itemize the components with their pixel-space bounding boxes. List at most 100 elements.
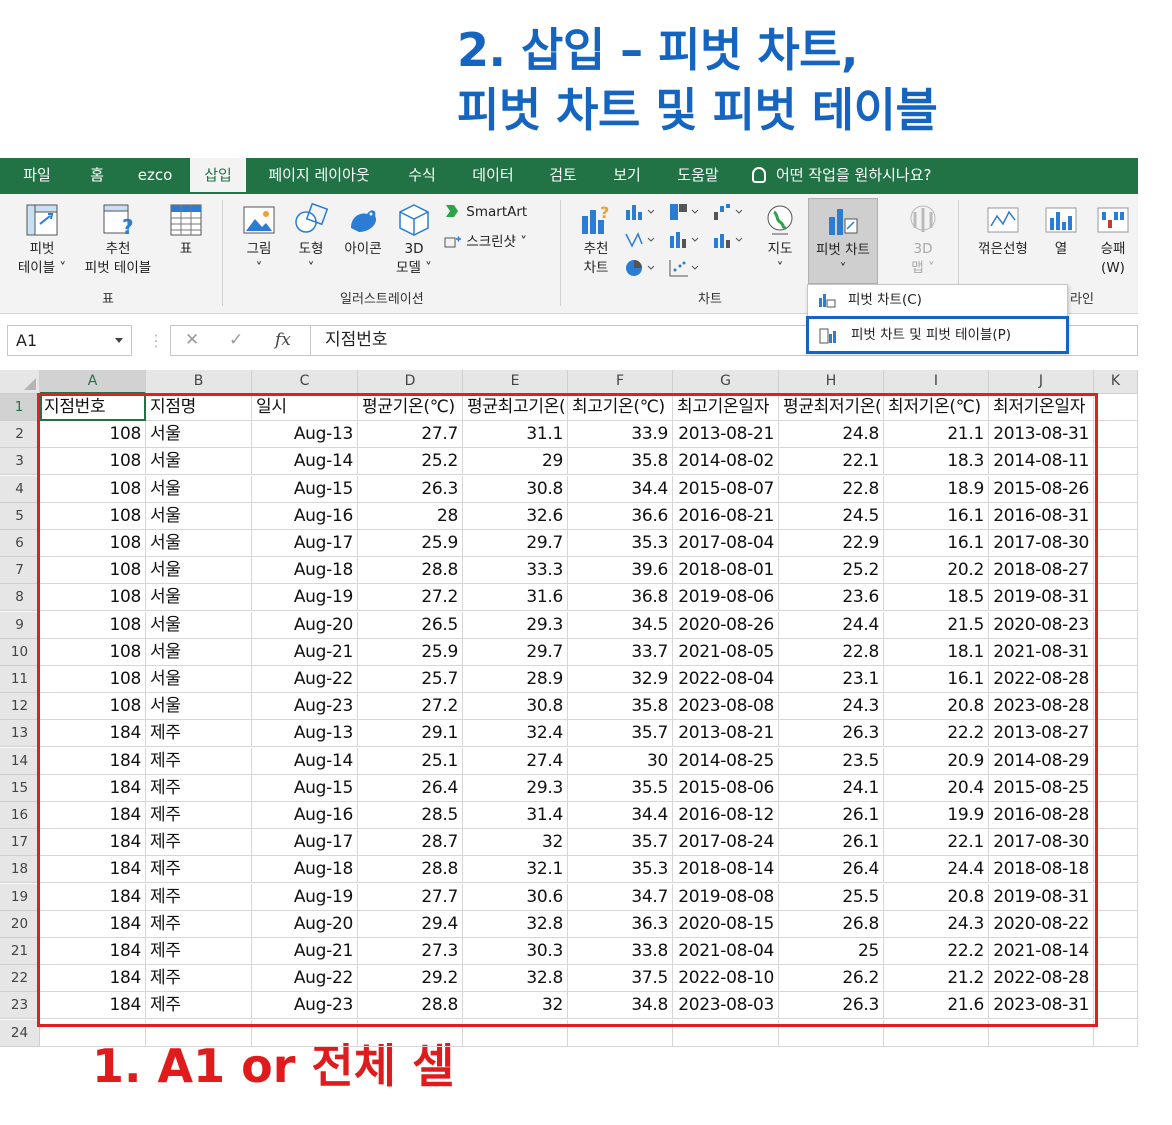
cell-b2[interactable]: 서울 — [146, 421, 252, 449]
cell-c5[interactable]: Aug-16 — [252, 502, 358, 530]
cell-a24[interactable] — [40, 1019, 146, 1047]
tab-help[interactable]: 도움말 — [664, 158, 732, 194]
cell-g8[interactable]: 2019-08-06 — [673, 584, 779, 612]
row-header-5[interactable]: 5 — [0, 502, 40, 530]
row-header-11[interactable]: 11 — [0, 666, 40, 693]
tab-file[interactable]: 파일 — [8, 158, 66, 194]
cell-d4[interactable]: 26.3 — [358, 475, 463, 503]
cell-k19[interactable] — [1094, 883, 1138, 911]
cell-c18[interactable]: Aug-18 — [252, 856, 358, 884]
cell-a17[interactable]: 184 — [40, 829, 146, 857]
cell-i7[interactable]: 20.2 — [884, 557, 989, 585]
waterfall-chart-button[interactable] — [712, 202, 744, 226]
cell-j12[interactable]: 2023-08-28 — [989, 693, 1094, 721]
cell-k3[interactable] — [1094, 448, 1138, 476]
cell-b14[interactable]: 제주 — [146, 747, 252, 775]
row-header-1[interactable]: 1 — [0, 394, 40, 421]
cell-k2[interactable] — [1094, 421, 1138, 449]
cell-b7[interactable]: 서울 — [146, 557, 252, 585]
tab-ezco[interactable]: ezco — [128, 158, 182, 194]
cell-j10[interactable]: 2021-08-31 — [989, 638, 1094, 666]
cell-j24[interactable] — [989, 1019, 1094, 1047]
cell-i16[interactable]: 19.9 — [884, 802, 989, 829]
3d-map-button[interactable]: 3D 맵 ˅ — [898, 202, 948, 278]
cell-g11[interactable]: 2022-08-04 — [673, 666, 779, 693]
cell-d24[interactable] — [358, 1019, 463, 1047]
cell-b11[interactable]: 서울 — [146, 666, 252, 693]
cell-h6[interactable]: 22.9 — [779, 530, 884, 557]
cell-e6[interactable]: 29.7 — [463, 530, 568, 557]
cell-g4[interactable]: 2015-08-07 — [673, 475, 779, 503]
cell-h8[interactable]: 23.6 — [779, 584, 884, 612]
cell-d12[interactable]: 27.2 — [358, 693, 463, 721]
cell-e9[interactable]: 29.3 — [463, 611, 568, 639]
cell-k14[interactable] — [1094, 747, 1138, 775]
cell-b20[interactable]: 제주 — [146, 910, 252, 938]
cell-j8[interactable]: 2019-08-31 — [989, 584, 1094, 612]
cell-d6[interactable]: 25.9 — [358, 530, 463, 557]
column-header-d[interactable]: D — [358, 370, 463, 394]
cell-j21[interactable]: 2021-08-14 — [989, 938, 1094, 965]
cell-e8[interactable]: 31.6 — [463, 584, 568, 612]
cell-i10[interactable]: 18.1 — [884, 638, 989, 666]
cell-f13[interactable]: 35.7 — [568, 720, 673, 748]
cell-h7[interactable]: 25.2 — [779, 557, 884, 585]
cell-i5[interactable]: 16.1 — [884, 502, 989, 530]
insert-function-icon[interactable]: fx — [275, 326, 291, 355]
cell-h2[interactable]: 24.8 — [779, 421, 884, 449]
cell-c15[interactable]: Aug-15 — [252, 774, 358, 802]
cell-i24[interactable] — [884, 1019, 989, 1047]
cell-h5[interactable]: 24.5 — [779, 502, 884, 530]
cell-f2[interactable]: 33.9 — [568, 421, 673, 449]
pivot-chart-button[interactable]: 피벗 차트 ˅ — [808, 198, 878, 284]
cell-j1[interactable]: 최저기온일자 — [989, 394, 1094, 421]
cell-b6[interactable]: 서울 — [146, 530, 252, 557]
cell-h14[interactable]: 23.5 — [779, 747, 884, 775]
sparkline-winloss-button[interactable]: 승패 (W) — [1090, 202, 1136, 278]
cell-f19[interactable]: 34.7 — [568, 883, 673, 911]
cell-e5[interactable]: 32.6 — [463, 502, 568, 530]
cell-b4[interactable]: 서울 — [146, 475, 252, 503]
cell-e3[interactable]: 29 — [463, 448, 568, 476]
cell-b3[interactable]: 서울 — [146, 448, 252, 476]
cell-h22[interactable]: 26.2 — [779, 965, 884, 993]
cell-e23[interactable]: 32 — [463, 992, 568, 1020]
cell-d17[interactable]: 28.7 — [358, 829, 463, 857]
cell-a23[interactable]: 184 — [40, 992, 146, 1020]
cell-a21[interactable]: 184 — [40, 938, 146, 965]
cell-d23[interactable]: 28.8 — [358, 992, 463, 1020]
cell-i4[interactable]: 18.9 — [884, 475, 989, 503]
cell-j22[interactable]: 2022-08-28 — [989, 965, 1094, 993]
cell-j23[interactable]: 2023-08-31 — [989, 992, 1094, 1020]
cell-g17[interactable]: 2017-08-24 — [673, 829, 779, 857]
cell-j4[interactable]: 2015-08-26 — [989, 475, 1094, 503]
column-header-j[interactable]: J — [989, 370, 1094, 394]
cell-f20[interactable]: 36.3 — [568, 910, 673, 938]
cell-a1[interactable]: 지점번호 — [40, 394, 146, 421]
cell-h10[interactable]: 22.8 — [779, 638, 884, 666]
cell-c6[interactable]: Aug-17 — [252, 530, 358, 557]
pie-chart-button[interactable] — [624, 258, 656, 282]
cell-d11[interactable]: 25.7 — [358, 666, 463, 693]
cell-c8[interactable]: Aug-19 — [252, 584, 358, 612]
cell-j11[interactable]: 2022-08-28 — [989, 666, 1094, 693]
cell-a22[interactable]: 184 — [40, 965, 146, 993]
cell-a20[interactable]: 184 — [40, 910, 146, 938]
cell-e1[interactable]: 평균최고기온(℃) — [463, 394, 568, 421]
statistic-chart-button[interactable] — [624, 230, 656, 254]
cell-e17[interactable]: 32 — [463, 829, 568, 857]
cell-f24[interactable] — [568, 1019, 673, 1047]
column-header-b[interactable]: B — [146, 370, 252, 394]
row-header-22[interactable]: 22 — [0, 965, 40, 993]
cell-e24[interactable] — [463, 1019, 568, 1047]
cell-c11[interactable]: Aug-22 — [252, 666, 358, 693]
picture-button[interactable]: 그림 ˅ — [236, 202, 282, 278]
row-header-10[interactable]: 10 — [0, 638, 40, 666]
cell-c16[interactable]: Aug-16 — [252, 802, 358, 829]
cell-b21[interactable]: 제주 — [146, 938, 252, 965]
cell-h11[interactable]: 23.1 — [779, 666, 884, 693]
row-header-20[interactable]: 20 — [0, 910, 40, 938]
cell-a11[interactable]: 108 — [40, 666, 146, 693]
cell-g21[interactable]: 2021-08-04 — [673, 938, 779, 965]
cell-k24[interactable] — [1094, 1019, 1138, 1047]
